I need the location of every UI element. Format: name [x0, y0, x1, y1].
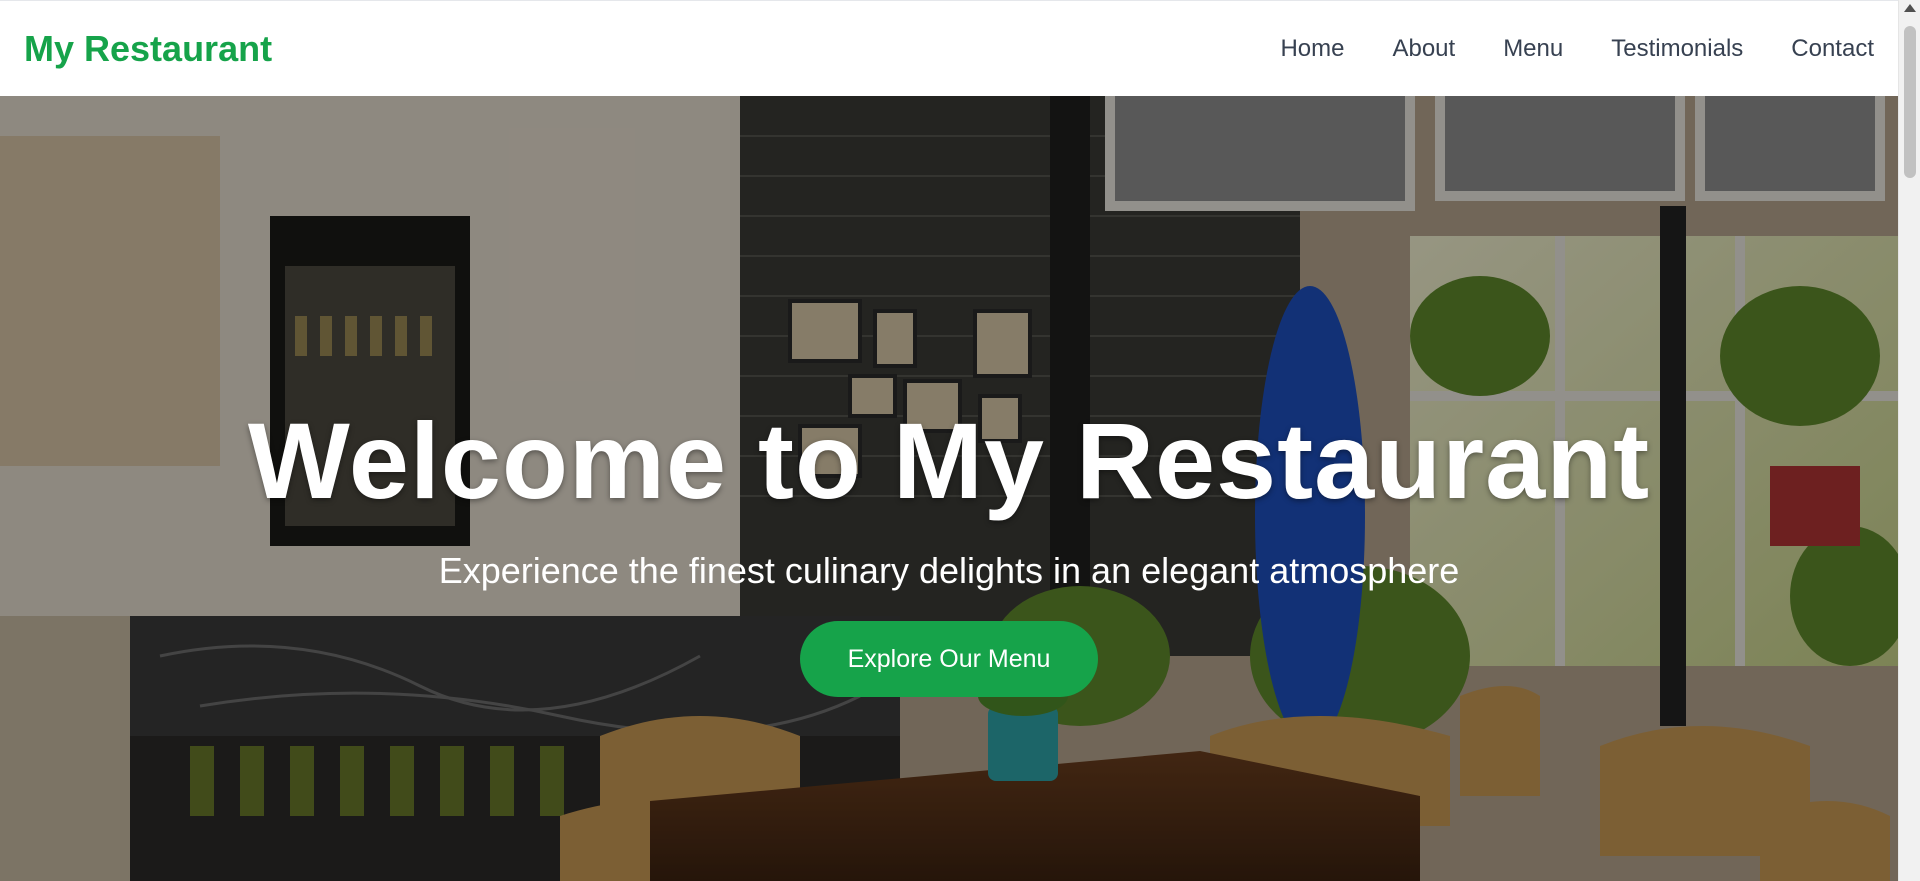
hero-subtitle: Experience the finest culinary delights …: [438, 550, 1460, 591]
page: My Restaurant Home About Menu Testimonia…: [0, 0, 1920, 881]
nav-item-menu[interactable]: Menu: [1503, 35, 1563, 63]
nav-item-contact[interactable]: Contact: [1791, 35, 1874, 63]
nav-item-testimonials[interactable]: Testimonials: [1611, 35, 1743, 63]
hero-section: Welcome to My Restaurant Experience the …: [0, 96, 1898, 881]
page-scrollbar[interactable]: [1898, 0, 1920, 881]
hero-title: Welcome to My Restaurant: [247, 400, 1651, 521]
nav-item-home[interactable]: Home: [1280, 35, 1344, 63]
brand-logo[interactable]: My Restaurant: [24, 28, 272, 70]
hero-content: Welcome to My Restaurant Experience the …: [0, 401, 1898, 697]
nav-links: Home About Menu Testimonials Contact: [1232, 35, 1874, 63]
scroll-up-arrow-icon[interactable]: [1904, 4, 1916, 12]
nav-item-about[interactable]: About: [1392, 35, 1455, 63]
navbar: My Restaurant Home About Menu Testimonia…: [0, 0, 1898, 96]
scrollbar-thumb[interactable]: [1904, 26, 1916, 178]
explore-menu-button[interactable]: Explore Our Menu: [799, 621, 1099, 697]
